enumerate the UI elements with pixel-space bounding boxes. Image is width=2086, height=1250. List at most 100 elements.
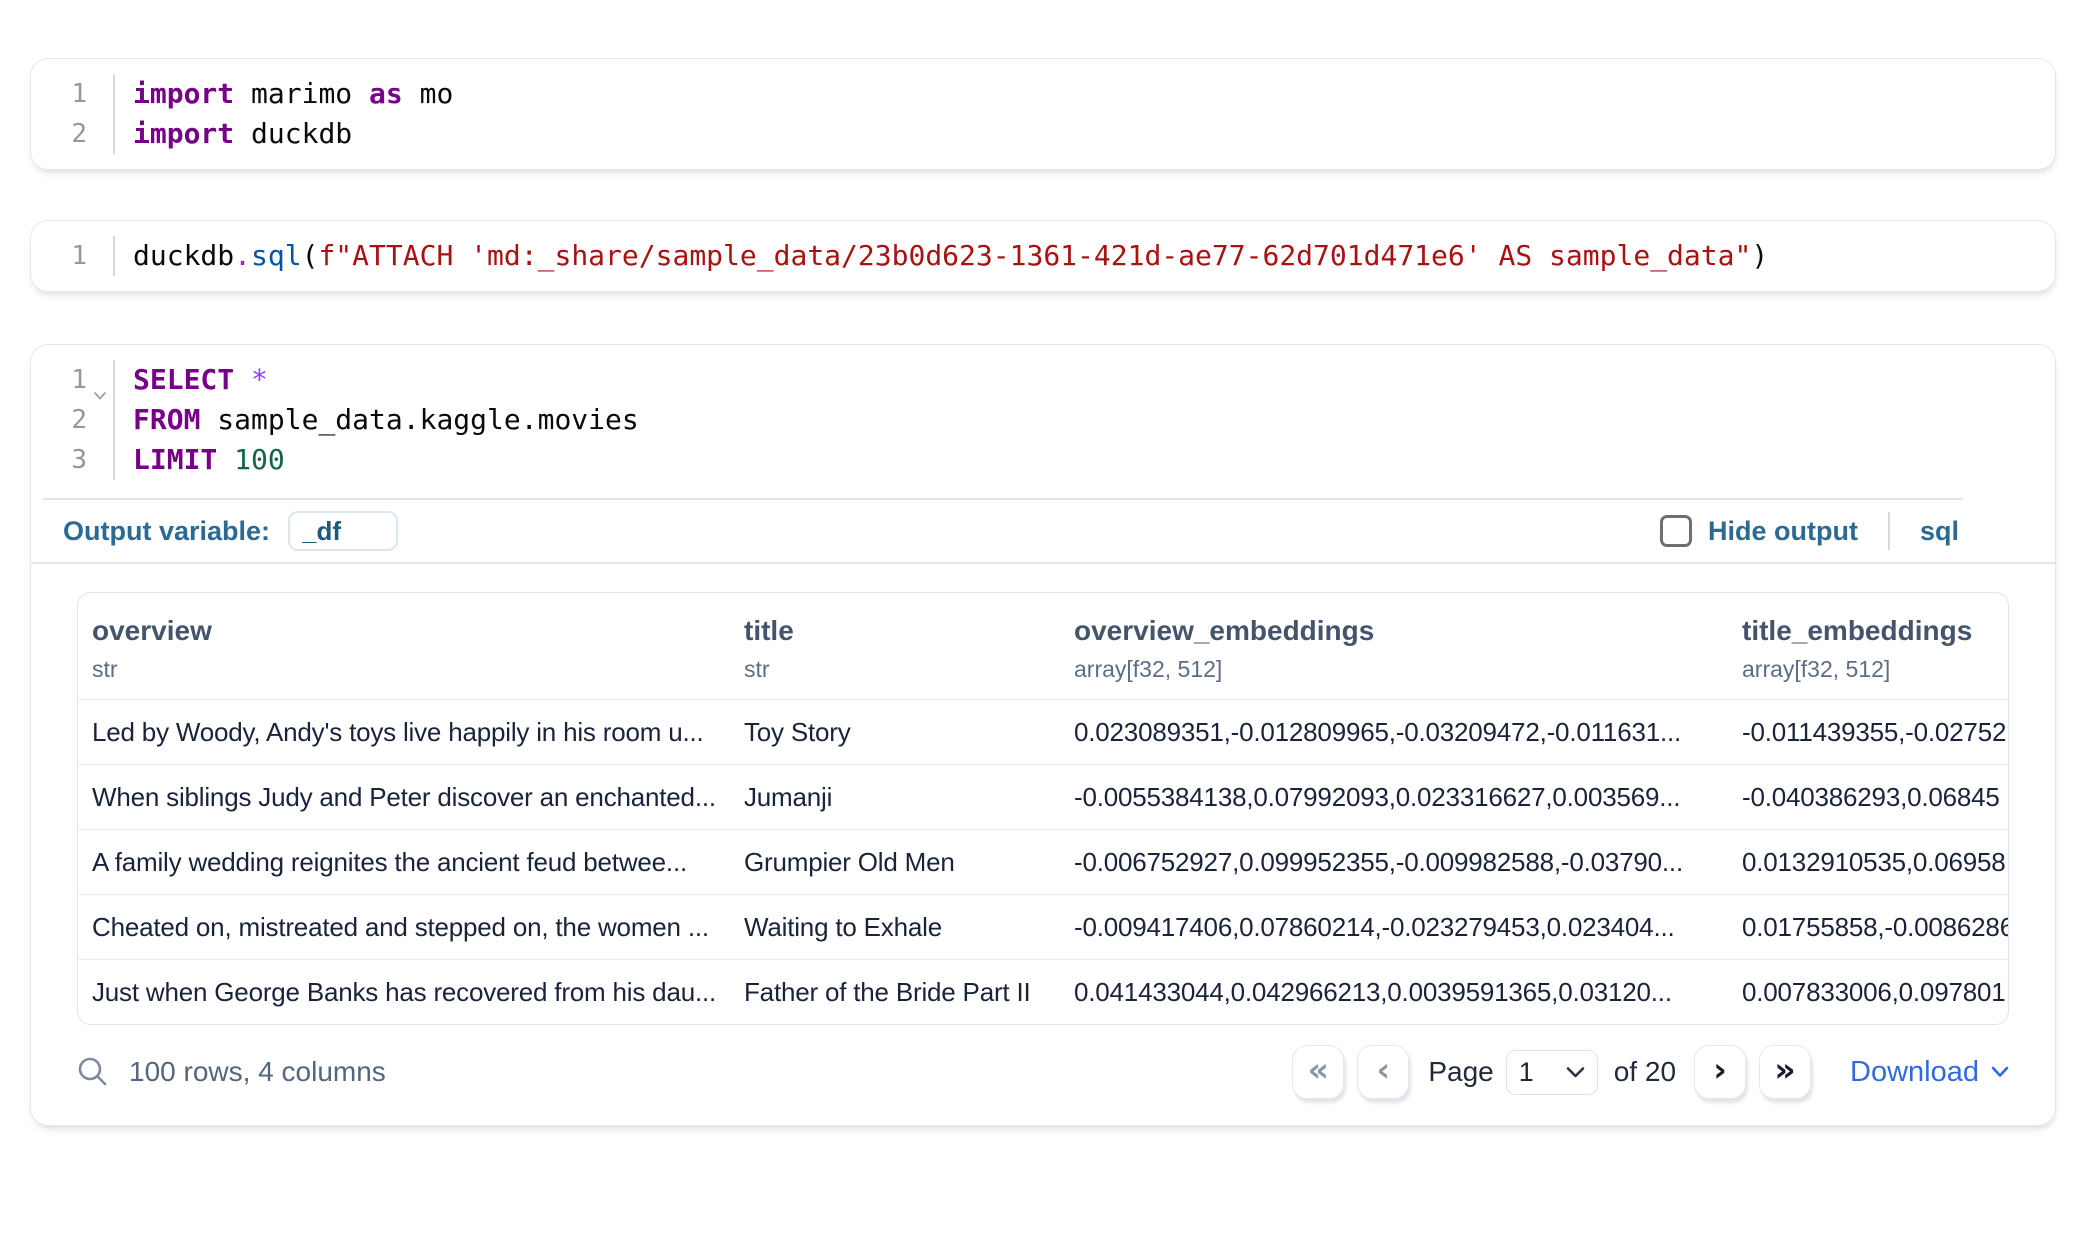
search-icon <box>75 1054 111 1090</box>
output-variable-label: Output variable: <box>63 516 270 547</box>
sql-code-editor[interactable]: 1SELECT *2FROM sample_data.kaggle.movies… <box>31 345 2055 495</box>
table-cell: A family wedding reignites the ancient f… <box>78 830 730 894</box>
line-number: 2 <box>31 400 115 440</box>
code-token: ( <box>302 239 319 272</box>
chevron-down-icon <box>1991 1066 2009 1078</box>
page-count-label: of 20 <box>1614 1056 1676 1088</box>
controls-right-group: Hide output sql <box>1660 512 2055 550</box>
prev-page-button[interactable]: ‹ <box>1357 1045 1409 1099</box>
table-cell: When siblings Judy and Peter discover an… <box>78 765 730 829</box>
code-text: SELECT * <box>115 360 268 400</box>
line-number: 1 <box>31 74 115 114</box>
column-type: str <box>78 656 730 683</box>
table-cell: Father of the Bride Part II <box>730 960 1060 1024</box>
table-cell: 0.0132910535,0.06958 <box>1728 830 2008 894</box>
code-line: 2FROM sample_data.kaggle.movies <box>31 400 2055 440</box>
code-line: 2 import duckdb <box>31 114 2055 154</box>
hide-output-label: Hide output <box>1708 516 1858 547</box>
table-row[interactable]: A family wedding reignites the ancient f… <box>78 829 2008 894</box>
column-header-title[interactable]: titlestr <box>730 615 1060 683</box>
table-cell: Cheated on, mistreated and stepped on, t… <box>78 895 730 959</box>
column-name: overview_embeddings <box>1060 615 1728 647</box>
code-token: 100 <box>234 443 285 476</box>
code-text: FROM sample_data.kaggle.movies <box>115 400 639 440</box>
output-variable-input[interactable] <box>288 511 398 551</box>
table-cell: Jumanji <box>730 765 1060 829</box>
column-type: array[f32, 512] <box>1060 656 1728 683</box>
download-label: Download <box>1850 1056 1979 1089</box>
table-cell: Grumpier Old Men <box>730 830 1060 894</box>
vertical-divider <box>1888 512 1890 550</box>
column-name: overview <box>78 615 730 647</box>
pagination: « ‹ Page 1 of 20 › » Download <box>1292 1045 2015 1099</box>
table-cell: -0.009417406,0.07860214,-0.023279453,0.0… <box>1060 895 1728 959</box>
sql-cell-controls: Output variable: Hide output sql <box>31 500 2055 562</box>
rows-summary: 100 rows, 4 columns <box>129 1056 386 1088</box>
page-select[interactable]: 1 <box>1506 1050 1598 1095</box>
data-table: overviewstrtitlestroverview_embeddingsar… <box>77 592 2009 1025</box>
code-text: duckdb.sql(f"ATTACH 'md:_share/sample_da… <box>115 236 1768 276</box>
table-footer: 100 rows, 4 columns « ‹ Page 1 of 20 › »… <box>31 1025 2055 1125</box>
code-text: LIMIT 100 <box>115 440 285 480</box>
language-badge[interactable]: sql <box>1920 516 1959 547</box>
code-line: 3LIMIT 100 <box>31 440 2055 480</box>
column-type: array[f32, 512] <box>1728 656 2008 683</box>
line-number: 1 <box>31 236 115 276</box>
download-button[interactable]: Download <box>1844 1055 2015 1090</box>
code-token: f"ATTACH 'md:_share/sample_data/23b0d623… <box>318 239 1751 272</box>
code-token: LIMIT <box>133 443 217 476</box>
code-token: import <box>133 77 234 110</box>
code-token: mo <box>403 77 454 110</box>
table-body: Led by Woody, Andy's toys live happily i… <box>78 699 2008 1024</box>
search-button[interactable] <box>71 1050 115 1094</box>
code-cell-attach: 1duckdb.sql(f"ATTACH 'md:_share/sample_d… <box>30 220 2056 292</box>
table-row[interactable]: Led by Woody, Andy's toys live happily i… <box>78 699 2008 764</box>
line-number: 3 <box>31 440 115 480</box>
code-text: import marimo as mo <box>115 74 453 114</box>
code-line: 1duckdb.sql(f"ATTACH 'md:_share/sample_d… <box>31 236 2055 276</box>
table-cell: Toy Story <box>730 700 1060 764</box>
table-cell: 0.023089351,-0.012809965,-0.03209472,-0.… <box>1060 700 1728 764</box>
code-token: . <box>234 239 251 272</box>
code-editor[interactable]: 1import marimo as mo2import duckdb <box>31 59 2055 169</box>
code-token: ) <box>1751 239 1768 272</box>
table-cell: Waiting to Exhale <box>730 895 1060 959</box>
line-number: 1 <box>31 360 115 400</box>
column-name: title <box>730 615 1060 647</box>
code-cell-imports: 1import marimo as mo2import duckdb <box>30 58 2056 170</box>
table-row[interactable]: When siblings Judy and Peter discover an… <box>78 764 2008 829</box>
table-cell: -0.006752927,0.099952355,-0.009982588,-0… <box>1060 830 1728 894</box>
code-line: 1SELECT * <box>31 360 2055 400</box>
table-cell: Led by Woody, Andy's toys live happily i… <box>78 700 730 764</box>
column-header-overview_embeddings[interactable]: overview_embeddings array[f32, 512] <box>1060 615 1728 683</box>
table-cell: 0.01755858,-0.0086286 <box>1728 895 2008 959</box>
chevron-down-icon <box>1566 1066 1585 1079</box>
table-cell: 0.041433044,0.042966213,0.0039591365,0.0… <box>1060 960 1728 1024</box>
line-number: 2 <box>31 114 115 154</box>
first-page-button[interactable]: « <box>1292 1045 1344 1099</box>
code-token: as <box>369 77 403 110</box>
hide-output-checkbox[interactable] <box>1660 515 1692 547</box>
column-name: title_embeddings <box>1728 615 2008 647</box>
code-token: import <box>133 117 234 150</box>
table-cell: Just when George Banks has recovered fro… <box>78 960 730 1024</box>
cell-output: overviewstrtitlestroverview_embeddingsar… <box>31 564 2055 1025</box>
code-token: duckdb <box>133 239 234 272</box>
table-row[interactable]: Cheated on, mistreated and stepped on, t… <box>78 894 2008 959</box>
last-page-button[interactable]: » <box>1759 1045 1811 1099</box>
column-header-title_embeddings[interactable]: title_embeddings array[f32, 512] <box>1728 615 2008 683</box>
code-token: * <box>251 363 268 396</box>
next-page-button[interactable]: › <box>1694 1045 1746 1099</box>
code-token: sample_data.kaggle.movies <box>200 403 638 436</box>
code-token: FROM <box>133 403 200 436</box>
code-editor[interactable]: 1duckdb.sql(f"ATTACH 'md:_share/sample_d… <box>31 221 2055 291</box>
column-header-overview[interactable]: overview str <box>78 615 730 683</box>
code-token: duckdb <box>234 117 352 150</box>
code-token <box>217 443 234 476</box>
table-cell: -0.0055384138,0.07992093,0.023316627,0.0… <box>1060 765 1728 829</box>
page-select-value: 1 <box>1519 1057 1534 1088</box>
code-token: marimo <box>234 77 369 110</box>
sql-cell: 1SELECT *2FROM sample_data.kaggle.movies… <box>30 344 2056 1126</box>
table-row[interactable]: Just when George Banks has recovered fro… <box>78 959 2008 1024</box>
code-token: sql <box>251 239 302 272</box>
